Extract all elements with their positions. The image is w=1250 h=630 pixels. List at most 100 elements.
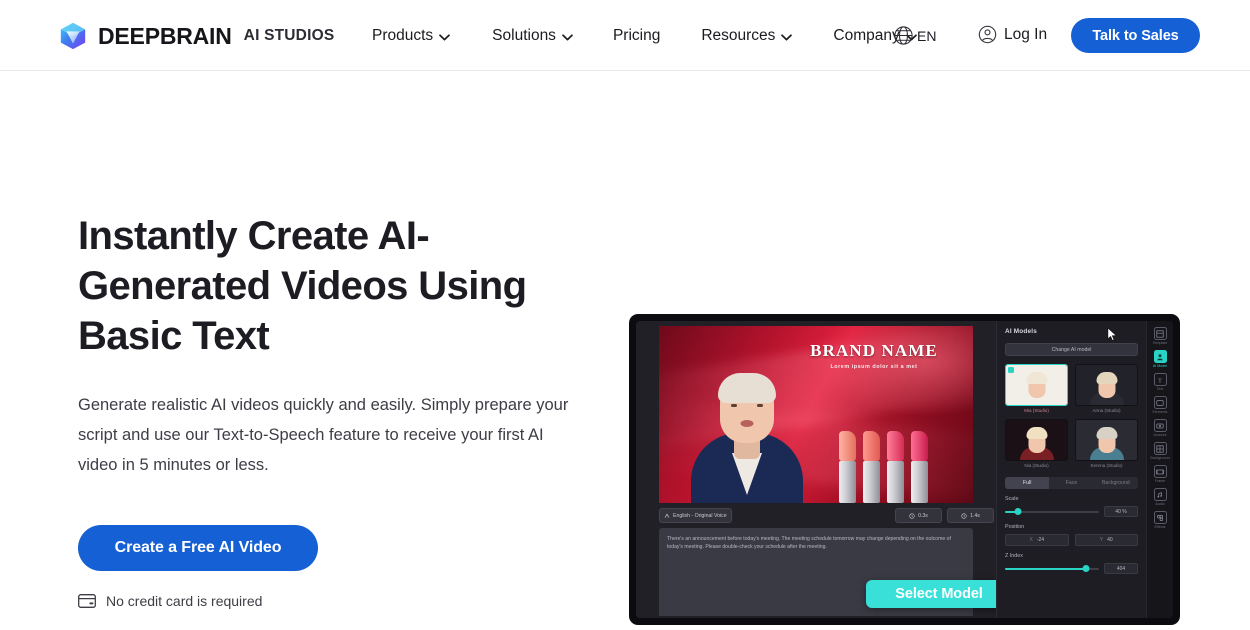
position-y-input[interactable]: Y 40	[1074, 534, 1138, 546]
lipstick-product-group	[839, 423, 969, 503]
language-selector[interactable]: EN	[893, 25, 936, 46]
presenter-hair	[718, 373, 776, 403]
scale-slider[interactable]	[1005, 507, 1099, 516]
editor-canvas-area: BRAND NAME Lorem ipsum dolor sit a met E…	[636, 321, 1012, 618]
main-navigation: Products Solutions Pricing Resources Com…	[372, 26, 917, 46]
ai-presenter-avatar	[687, 343, 807, 503]
toolbar-item-audio[interactable]: Audio	[1148, 487, 1173, 507]
credit-card-icon	[78, 594, 96, 608]
lipstick-item	[839, 431, 856, 503]
no-credit-card-label: No credit card is required	[106, 593, 263, 609]
model-card-3[interactable]: Serena (Studio)	[1075, 419, 1138, 468]
toolbar-item-background[interactable]: Background	[1148, 441, 1173, 461]
toolbar-item-template[interactable]: Template	[1148, 326, 1173, 346]
toolbar-item-text[interactable]: T Text	[1148, 372, 1173, 392]
position-x-value: -24	[1036, 537, 1045, 543]
select-model-button[interactable]: Select Model	[866, 580, 1012, 608]
nav-item-products[interactable]: Products	[372, 26, 451, 46]
nav-label-company: Company	[833, 27, 900, 44]
duration-chip-2[interactable]: 1.4s	[947, 508, 994, 523]
clock-icon	[961, 512, 967, 519]
model-label: Serena (Studio)	[1090, 463, 1123, 468]
toolbar-label: Frame	[1154, 479, 1166, 483]
voice-language-chip[interactable]: English - Original Voice	[659, 508, 732, 523]
text-icon: T	[1153, 373, 1167, 386]
nav-item-resources[interactable]: Resources	[701, 26, 793, 46]
product-screenshot: BRAND NAME Lorem ipsum dolor sit a met E…	[629, 314, 1180, 625]
toolbar-item-ai-model[interactable]: AI Model	[1148, 349, 1173, 369]
create-free-ai-video-button[interactable]: Create a Free AI Video	[78, 525, 318, 571]
effects-icon	[1153, 511, 1167, 524]
brand-logo[interactable]: DEEPBRAIN AI STUDIOS	[58, 20, 334, 52]
model-card-1[interactable]: Anna (Studio)	[1075, 364, 1138, 413]
toolbar-label: Audio	[1155, 502, 1165, 506]
ai-models-panel: AI Models Change AI model Mia (Studio) A…	[996, 321, 1146, 618]
toolbar-label: Template	[1152, 341, 1168, 345]
nav-label-resources: Resources	[701, 27, 776, 44]
toolbar-item-account[interactable]: Account	[1148, 418, 1173, 438]
hero-section: Instantly Create AI-Generated Videos Usi…	[0, 71, 1250, 630]
background-icon	[1153, 442, 1167, 455]
model-thumbnail	[1075, 364, 1138, 406]
toolbar-label: Text	[1156, 387, 1164, 391]
model-card-2[interactable]: Nia (Studio)	[1005, 419, 1068, 468]
scale-value-input[interactable]: 40 %	[1104, 506, 1138, 517]
z-index-slider[interactable]	[1005, 564, 1099, 573]
lipstick-item	[863, 431, 880, 503]
script-text: There's an announcement before today's m…	[667, 536, 951, 550]
toolbar-label: Background	[1150, 456, 1170, 460]
model-thumb-hair	[1096, 372, 1117, 384]
globe-icon	[894, 26, 913, 45]
scale-control-row: 40 %	[1005, 506, 1138, 517]
model-thumb-hair	[1026, 372, 1047, 384]
toolbar-item-frame[interactable]: Frame	[1148, 464, 1173, 484]
no-credit-card-note: No credit card is required	[78, 593, 598, 609]
frame-icon	[1153, 465, 1167, 478]
svg-text:T: T	[1158, 377, 1162, 384]
position-control-row: X -24 Y 40	[1005, 534, 1138, 546]
model-thumbnail	[1075, 419, 1138, 461]
segment-full[interactable]: Full	[1005, 477, 1050, 489]
model-label: Nia (Studio)	[1024, 463, 1049, 468]
video-preview[interactable]: BRAND NAME Lorem ipsum dolor sit a met	[659, 326, 973, 503]
nav-item-pricing[interactable]: Pricing	[613, 26, 660, 46]
segment-background[interactable]: Background	[1094, 477, 1138, 489]
segment-face[interactable]: Face	[1049, 477, 1093, 489]
model-thumbnail	[1005, 419, 1068, 461]
toolbar-item-effects[interactable]: Effects	[1148, 510, 1173, 530]
model-thumb-hair	[1026, 427, 1047, 439]
model-card-0[interactable]: Mia (Studio)	[1005, 364, 1068, 413]
toolbar-item-elements[interactable]: Elements	[1148, 395, 1173, 415]
model-label: Anna (Studio)	[1092, 408, 1121, 413]
position-y-value: 40	[1107, 537, 1113, 543]
change-ai-model-button[interactable]: Change AI model	[1005, 343, 1138, 356]
nav-item-solutions[interactable]: Solutions	[492, 26, 573, 46]
model-label: Mia (Studio)	[1024, 408, 1049, 413]
position-y-axis-label: Y	[1099, 537, 1104, 543]
brand-name: DEEPBRAIN	[98, 22, 232, 49]
position-label: Position	[1005, 524, 1025, 530]
nav-label-products: Products	[372, 27, 434, 44]
login-label: Log In	[1004, 25, 1048, 43]
cube-logo-icon	[60, 22, 86, 50]
z-index-value-input[interactable]: 404	[1104, 563, 1138, 574]
chevron-down-icon	[562, 33, 573, 40]
talk-to-sales-button[interactable]: Talk to Sales	[1071, 18, 1200, 53]
model-thumb-hair	[1096, 427, 1117, 439]
video-brand-text: BRAND NAME Lorem ipsum dolor sit a met	[784, 342, 964, 370]
view-mode-segmented-control: Full Face Background	[1005, 477, 1138, 489]
hero-subtext: Generate realistic AI videos quickly and…	[78, 396, 569, 474]
voice-language-label: English - Original Voice	[673, 512, 727, 519]
position-x-input[interactable]: X -24	[1005, 534, 1069, 546]
duration-chip-1[interactable]: 0.3s	[895, 508, 942, 523]
scale-slider-knob[interactable]	[1014, 508, 1022, 515]
lipstick-item	[887, 431, 904, 503]
nav-label-pricing: Pricing	[612, 27, 661, 44]
toolbar-label: Account	[1153, 433, 1167, 437]
script-editor[interactable]: There's an announcement before today's m…	[659, 528, 1012, 616]
login-button[interactable]: Log In	[978, 25, 1047, 44]
panel-title: AI Models	[1005, 328, 1037, 335]
z-index-slider-knob[interactable]	[1082, 565, 1090, 572]
z-index-slider-fill	[1005, 567, 1086, 570]
duration-label-2: 1.4s	[970, 512, 980, 519]
